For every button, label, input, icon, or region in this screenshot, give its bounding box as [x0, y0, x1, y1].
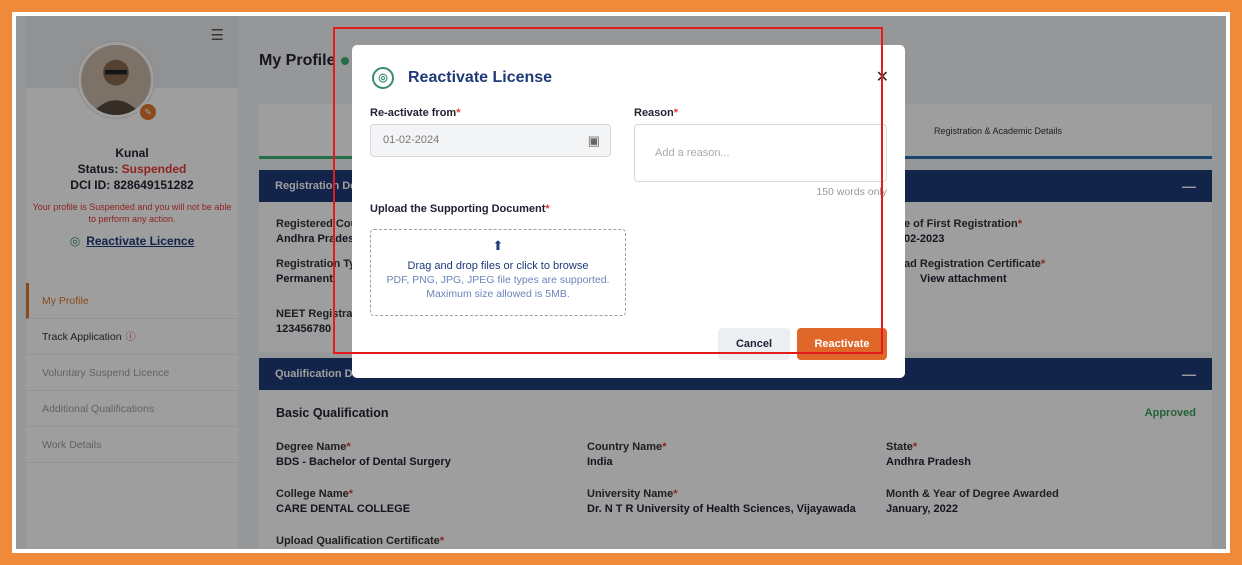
reactivate-from-date-input[interactable]: 01-02-2024 ▣: [370, 124, 611, 157]
file-drop-zone[interactable]: ⬆ Drag and drop files or click to browse…: [370, 229, 626, 316]
drop-instructions: Drag and drop files or click to browse: [407, 260, 589, 272]
modal-title: ◎ Reactivate License: [372, 67, 552, 89]
cancel-button[interactable]: Cancel: [718, 328, 790, 360]
app: ☰ ✎ Kunal Status: Suspended DCI ID: 8286…: [16, 16, 1226, 549]
reactivate-icon: ◎: [372, 67, 394, 89]
reason-textarea[interactable]: Add a reason...: [634, 124, 887, 182]
reactivate-button[interactable]: Reactivate: [797, 328, 887, 360]
calendar-icon[interactable]: ▣: [588, 125, 600, 156]
supported-file-types: PDF, PNG, JPG, JPEG file types are suppo…: [386, 274, 610, 286]
reason-label: Reason*: [634, 107, 679, 119]
screenshot-frame: ☰ ✎ Kunal Status: Suspended DCI ID: 8286…: [12, 12, 1230, 553]
upload-document-label: Upload the Supporting Document*: [370, 203, 550, 215]
upload-file-icon: ⬆: [492, 238, 504, 253]
reactivate-license-modal: ◎ Reactivate License ✕ Re-activate from*…: [352, 45, 905, 378]
close-icon[interactable]: ✕: [876, 67, 889, 87]
max-file-size: Maximum size allowed is 5MB.: [426, 288, 570, 300]
reason-word-limit: 150 words only: [816, 186, 887, 198]
reactivate-from-label: Re-activate from*: [370, 107, 461, 119]
